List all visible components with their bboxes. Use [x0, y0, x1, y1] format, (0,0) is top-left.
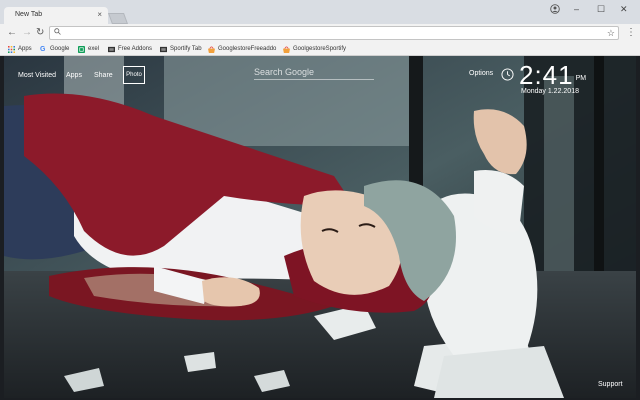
- bookmark-label: GoolgestoreSportify: [293, 46, 347, 52]
- bookmark-label: exel: [88, 46, 100, 52]
- forward-button[interactable]: →: [22, 27, 32, 39]
- addon-icon: [108, 46, 115, 52]
- apps-link[interactable]: Apps: [66, 72, 82, 79]
- share-link[interactable]: Share: [94, 72, 113, 79]
- ntp-search-input[interactable]: Search Google: [254, 67, 374, 80]
- tab-close-icon[interactable]: ×: [97, 10, 102, 19]
- photo-button[interactable]: Photo: [123, 66, 145, 84]
- new-tab-button[interactable]: [107, 13, 129, 24]
- options-link[interactable]: Options: [469, 70, 493, 77]
- bookmark-label: Sportify Tab: [170, 46, 202, 52]
- support-link[interactable]: Support: [598, 381, 623, 388]
- reload-button[interactable]: ↻: [36, 27, 44, 39]
- account-icon[interactable]: [550, 4, 560, 14]
- bookmark-star-icon[interactable]: ☆: [607, 27, 615, 39]
- browser-window: New Tab × – ☐ ✕ ← → ↻ ☆ ⋮ Apps G Google …: [0, 0, 640, 400]
- clock-time: 2:41 PM: [519, 61, 586, 89]
- ntp-search-placeholder: Search Google: [254, 67, 315, 77]
- omnibox-input[interactable]: [66, 28, 586, 38]
- store-icon: [208, 45, 215, 53]
- toolbar: ← → ↻ ☆ ⋮: [0, 24, 640, 42]
- bookmark-sportify-tab[interactable]: Sportify Tab: [160, 44, 202, 54]
- bookmark-label: Free Addons: [118, 46, 153, 52]
- minimize-button[interactable]: –: [574, 4, 579, 14]
- photo-label: Photo: [126, 72, 142, 78]
- bookmarks-bar: Apps G Google exel Free Addons Sportify …: [0, 42, 640, 56]
- bookmark-label: Apps: [18, 46, 32, 52]
- clock-digits: 2:41: [519, 60, 574, 90]
- search-icon: [54, 28, 61, 35]
- maximize-button[interactable]: ☐: [597, 4, 605, 14]
- apps-grid-icon: [8, 45, 15, 53]
- tab-title: New Tab: [15, 11, 43, 18]
- bookmark-label: Google: [50, 46, 70, 52]
- bookmark-google[interactable]: G Google: [40, 44, 69, 54]
- back-button[interactable]: ←: [7, 27, 17, 39]
- bookmark-free-addons[interactable]: Free Addons: [108, 44, 152, 54]
- background-photo: [4, 56, 636, 398]
- google-icon: G: [40, 45, 46, 53]
- tab-strip: New Tab × – ☐ ✕: [0, 0, 640, 24]
- bookmark-apps[interactable]: Apps: [8, 44, 32, 54]
- tab-new-tab[interactable]: New Tab ×: [4, 7, 108, 24]
- addon-icon: [160, 46, 167, 52]
- bookmark-goolgestore-sportify[interactable]: GoolgestoreSportify: [283, 44, 346, 54]
- new-tab-page: Most Visited Apps Share Photo Search Goo…: [4, 56, 636, 398]
- chrome-menu-icon[interactable]: ⋮: [626, 27, 636, 39]
- clock-ampm: PM: [575, 75, 587, 82]
- clock-date: Monday 1.22.2018: [521, 88, 579, 95]
- most-visited-link[interactable]: Most Visited: [18, 72, 56, 79]
- bookmark-label: GooglestoreFreeaddo: [218, 46, 277, 52]
- clock-icon[interactable]: [501, 68, 514, 81]
- omnibox[interactable]: ☆: [49, 26, 619, 40]
- sheets-icon: [78, 45, 85, 53]
- bookmark-exel[interactable]: exel: [78, 44, 99, 54]
- store-icon: [283, 45, 290, 53]
- bookmark-googlestore-freeaddo[interactable]: GooglestoreFreeaddo: [208, 44, 276, 54]
- close-window-button[interactable]: ✕: [620, 4, 628, 14]
